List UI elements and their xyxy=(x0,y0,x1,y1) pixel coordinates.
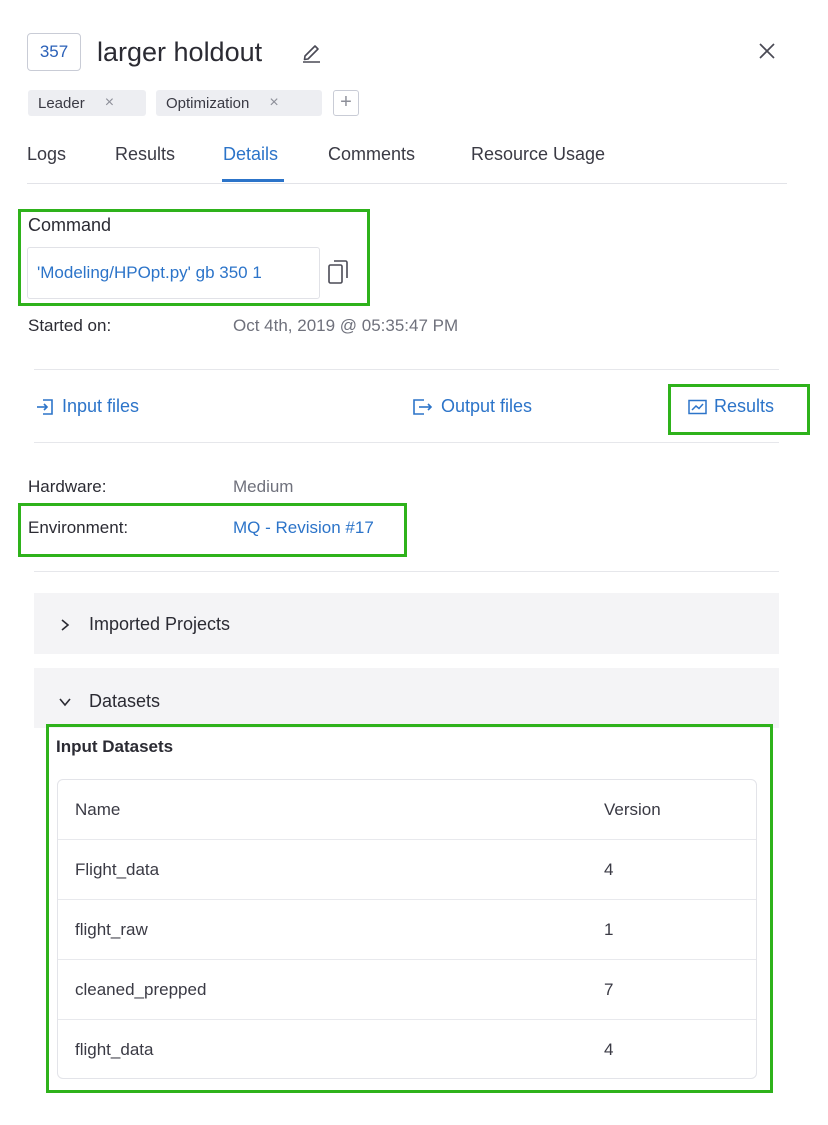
add-tag-button[interactable]: + xyxy=(333,90,359,116)
datasets-title: Datasets xyxy=(89,691,161,711)
divider xyxy=(34,369,779,370)
chevron-down-icon xyxy=(59,697,71,706)
active-tab-indicator xyxy=(222,179,284,182)
dataset-version: 1 xyxy=(604,920,614,939)
tab-comments[interactable]: Comments xyxy=(328,143,415,165)
results-link-label: Results xyxy=(714,396,775,416)
close-icon[interactable] xyxy=(754,38,780,64)
input-datasets-table: Name Version Flight_data 4 flight_raw 1 … xyxy=(57,779,757,1079)
tag-leader: Leader × xyxy=(28,90,146,116)
imported-projects-title: Imported Projects xyxy=(89,614,231,634)
environment-link[interactable]: MQ - Revision #17 xyxy=(233,518,374,538)
dataset-version: 4 xyxy=(604,1040,614,1059)
tabs-divider xyxy=(27,183,787,184)
input-files-link[interactable]: Input files xyxy=(35,396,139,417)
input-files-label: Input files xyxy=(62,396,140,416)
dataset-name: Flight_data xyxy=(75,860,160,879)
dataset-version: 4 xyxy=(604,860,614,879)
hardware-value: Medium xyxy=(233,477,294,496)
remove-tag-icon[interactable]: × xyxy=(105,94,114,112)
tab-details[interactable]: Details xyxy=(223,143,278,165)
dataset-name: cleaned_prepped xyxy=(75,980,207,999)
column-header-version: Version xyxy=(604,800,661,819)
remove-tag-icon[interactable]: × xyxy=(269,94,278,112)
tag-label: Optimization xyxy=(166,94,250,112)
table-row: cleaned_prepped 7 xyxy=(58,960,756,1020)
copy-icon[interactable] xyxy=(327,258,349,286)
table-header-row: Name Version xyxy=(58,780,756,840)
divider xyxy=(34,571,779,572)
datasets-section[interactable]: Datasets xyxy=(34,668,779,728)
run-id-badge: 357 xyxy=(27,33,81,71)
input-files-icon xyxy=(37,398,53,415)
tag-optimization: Optimization × xyxy=(156,90,322,116)
input-datasets-label: Input Datasets xyxy=(56,737,174,756)
column-header-name: Name xyxy=(75,800,121,819)
tab-logs[interactable]: Logs xyxy=(27,143,66,165)
command-label: Command xyxy=(28,215,112,235)
table-row: flight_data 4 xyxy=(58,1020,756,1078)
tab-results[interactable]: Results xyxy=(115,143,175,165)
tag-label: Leader xyxy=(38,94,85,112)
hardware-label: Hardware: xyxy=(28,477,107,496)
results-link[interactable]: Results xyxy=(688,396,774,417)
divider xyxy=(34,442,779,443)
table-row: Flight_data 4 xyxy=(58,840,756,900)
dataset-name: flight_raw xyxy=(75,920,148,939)
output-files-link[interactable]: Output files xyxy=(412,396,532,417)
environment-label: Environment: xyxy=(28,518,129,537)
command-value[interactable]: 'Modeling/HPOpt.py' gb 350 1 xyxy=(27,247,320,299)
chart-icon xyxy=(688,399,707,414)
chevron-right-icon xyxy=(61,618,70,631)
run-title: larger holdout xyxy=(97,37,263,67)
imported-projects-section[interactable]: Imported Projects xyxy=(34,593,779,654)
output-files-icon xyxy=(413,398,433,415)
started-on-label: Started on: xyxy=(28,316,112,335)
table-row: flight_raw 1 xyxy=(58,900,756,960)
tab-resource-usage[interactable]: Resource Usage xyxy=(471,143,605,165)
edit-pencil-icon[interactable] xyxy=(300,40,322,64)
dataset-version: 7 xyxy=(604,980,614,999)
output-files-label: Output files xyxy=(441,396,533,416)
started-on-value: Oct 4th, 2019 @ 05:35:47 PM xyxy=(233,316,459,335)
dataset-name: flight_data xyxy=(75,1040,154,1059)
